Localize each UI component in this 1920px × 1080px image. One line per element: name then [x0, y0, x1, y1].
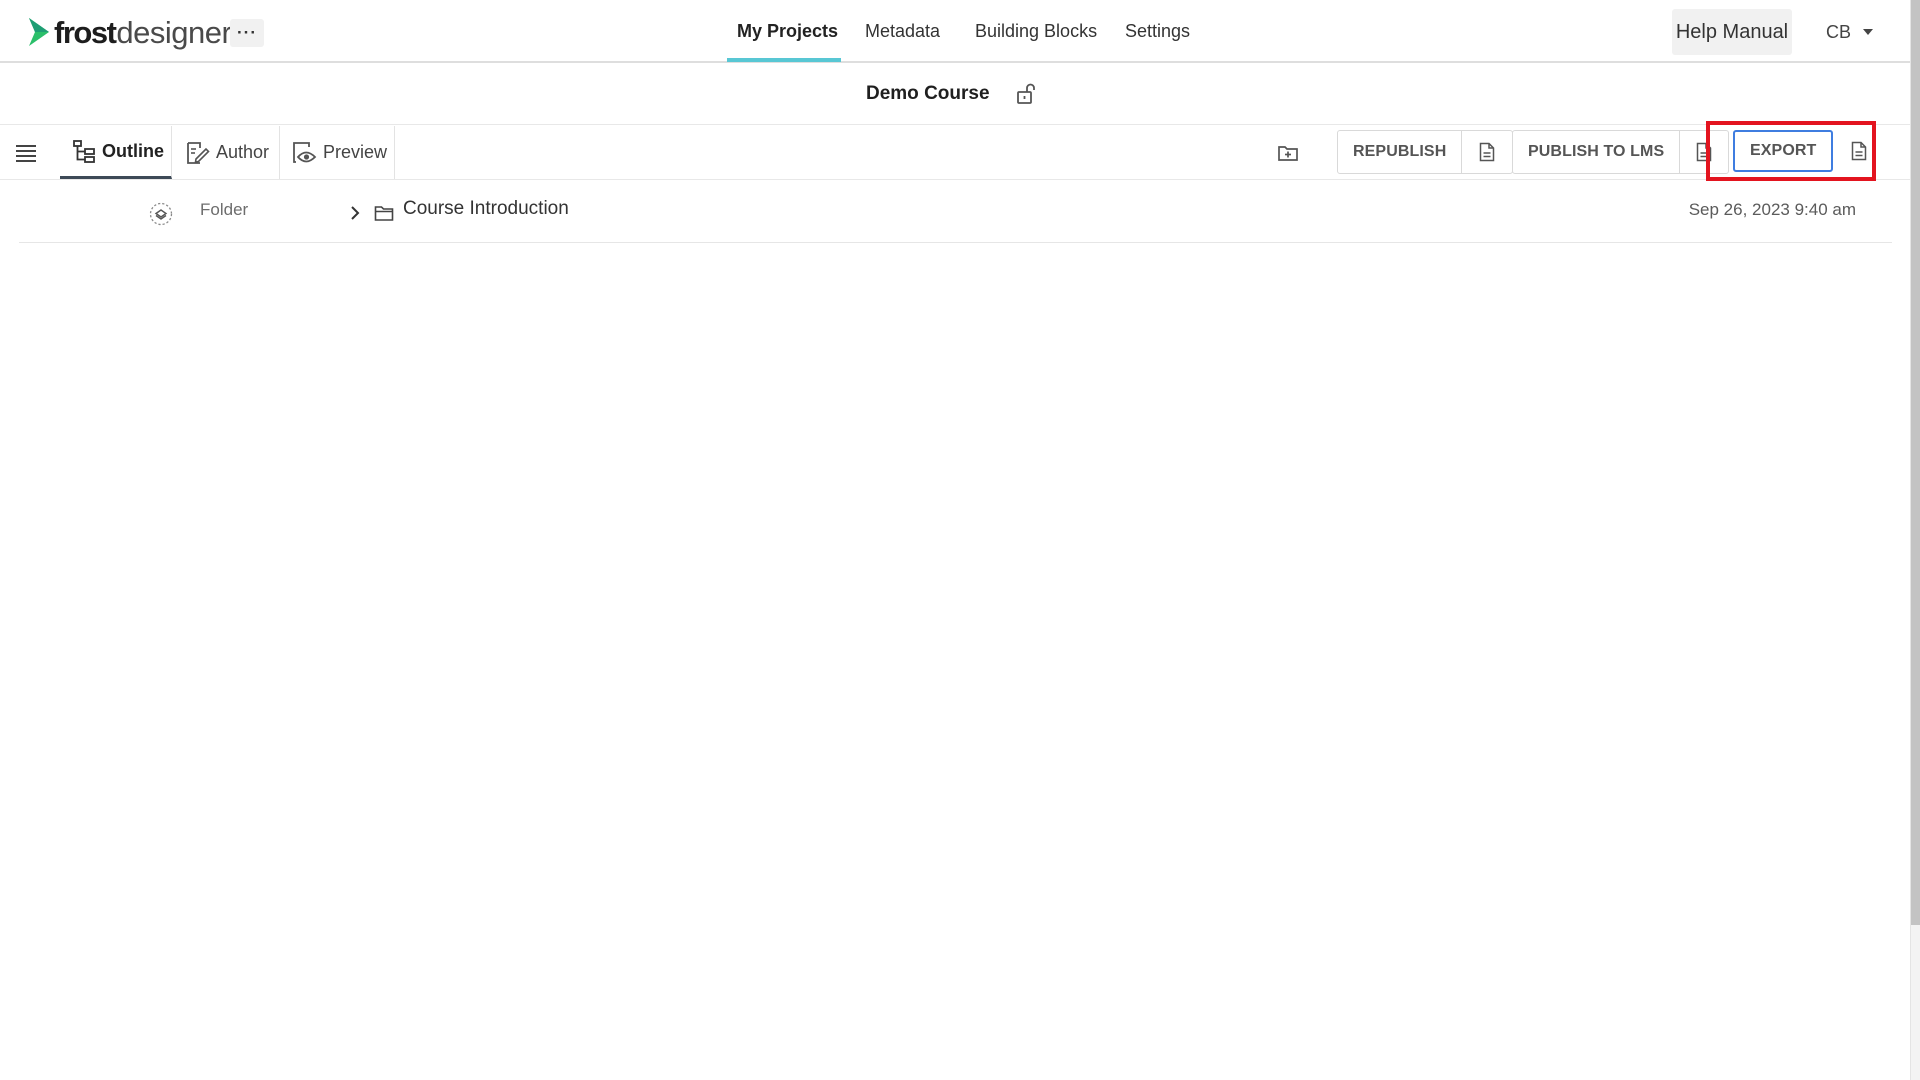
nav-metadata[interactable]: Metadata — [865, 0, 940, 63]
outline-tree-icon — [73, 140, 95, 163]
unlock-icon[interactable] — [1016, 83, 1036, 105]
nav-settings[interactable]: Settings — [1125, 0, 1190, 63]
export-highlight-box — [1706, 121, 1876, 181]
scrollbar-thumb[interactable] — [1911, 0, 1920, 925]
top-navigation-bar: frost designer ··· My Projects Metadata … — [0, 0, 1910, 63]
tab-author[interactable]: Author — [173, 126, 280, 179]
row-type-label: Folder — [200, 200, 249, 219]
course-title-bar: Demo Course — [0, 65, 1910, 125]
hamburger-menu-icon[interactable] — [15, 142, 37, 164]
add-folder-icon[interactable] — [1277, 142, 1299, 164]
preview-eye-icon — [293, 141, 317, 163]
republish-log-button[interactable] — [1462, 131, 1512, 173]
caret-down-icon — [1863, 29, 1874, 35]
nav-building-blocks[interactable]: Building Blocks — [975, 0, 1097, 63]
table-row[interactable]: Folder Course Introduction Sep 26, 2023 … — [19, 182, 1892, 243]
nav-my-projects[interactable]: My Projects — [737, 0, 838, 63]
tab-preview[interactable]: Preview — [281, 126, 395, 179]
edit-icon — [187, 141, 210, 164]
logo-text-designer: designer — [116, 14, 232, 50]
active-nav-indicator — [727, 58, 841, 62]
frost-designer-logo[interactable]: frost designer — [26, 14, 232, 50]
status-icon — [149, 202, 173, 226]
project-toolbar: Outline Author Preview REPUBLISH PUBLISH… — [0, 126, 1910, 180]
document-icon — [1480, 142, 1495, 162]
more-options-button[interactable]: ··· — [230, 19, 264, 47]
chevron-right-icon[interactable] — [347, 204, 363, 222]
user-menu[interactable]: CB — [1826, 18, 1874, 46]
row-date: Sep 26, 2023 9:40 am — [1688, 200, 1856, 219]
publish-to-lms-button[interactable]: PUBLISH TO LMS — [1513, 131, 1681, 173]
tab-author-label: Author — [216, 142, 270, 162]
logo-text-frost: frost — [54, 14, 117, 50]
logo-chevron-icon — [29, 18, 49, 46]
publish-lms-group: PUBLISH TO LMS — [1512, 130, 1730, 174]
folder-icon — [374, 206, 394, 221]
help-manual-button[interactable]: Help Manual — [1672, 9, 1792, 55]
republish-button[interactable]: REPUBLISH — [1338, 131, 1463, 173]
tab-outline-label: Outline — [102, 140, 164, 161]
tab-outline[interactable]: Outline — [60, 126, 172, 179]
user-initials: CB — [1826, 21, 1852, 42]
tab-preview-label: Preview — [323, 142, 388, 162]
row-title[interactable]: Course Introduction — [403, 198, 569, 220]
course-title: Demo Course — [866, 83, 990, 104]
republish-group: REPUBLISH — [1337, 130, 1514, 174]
